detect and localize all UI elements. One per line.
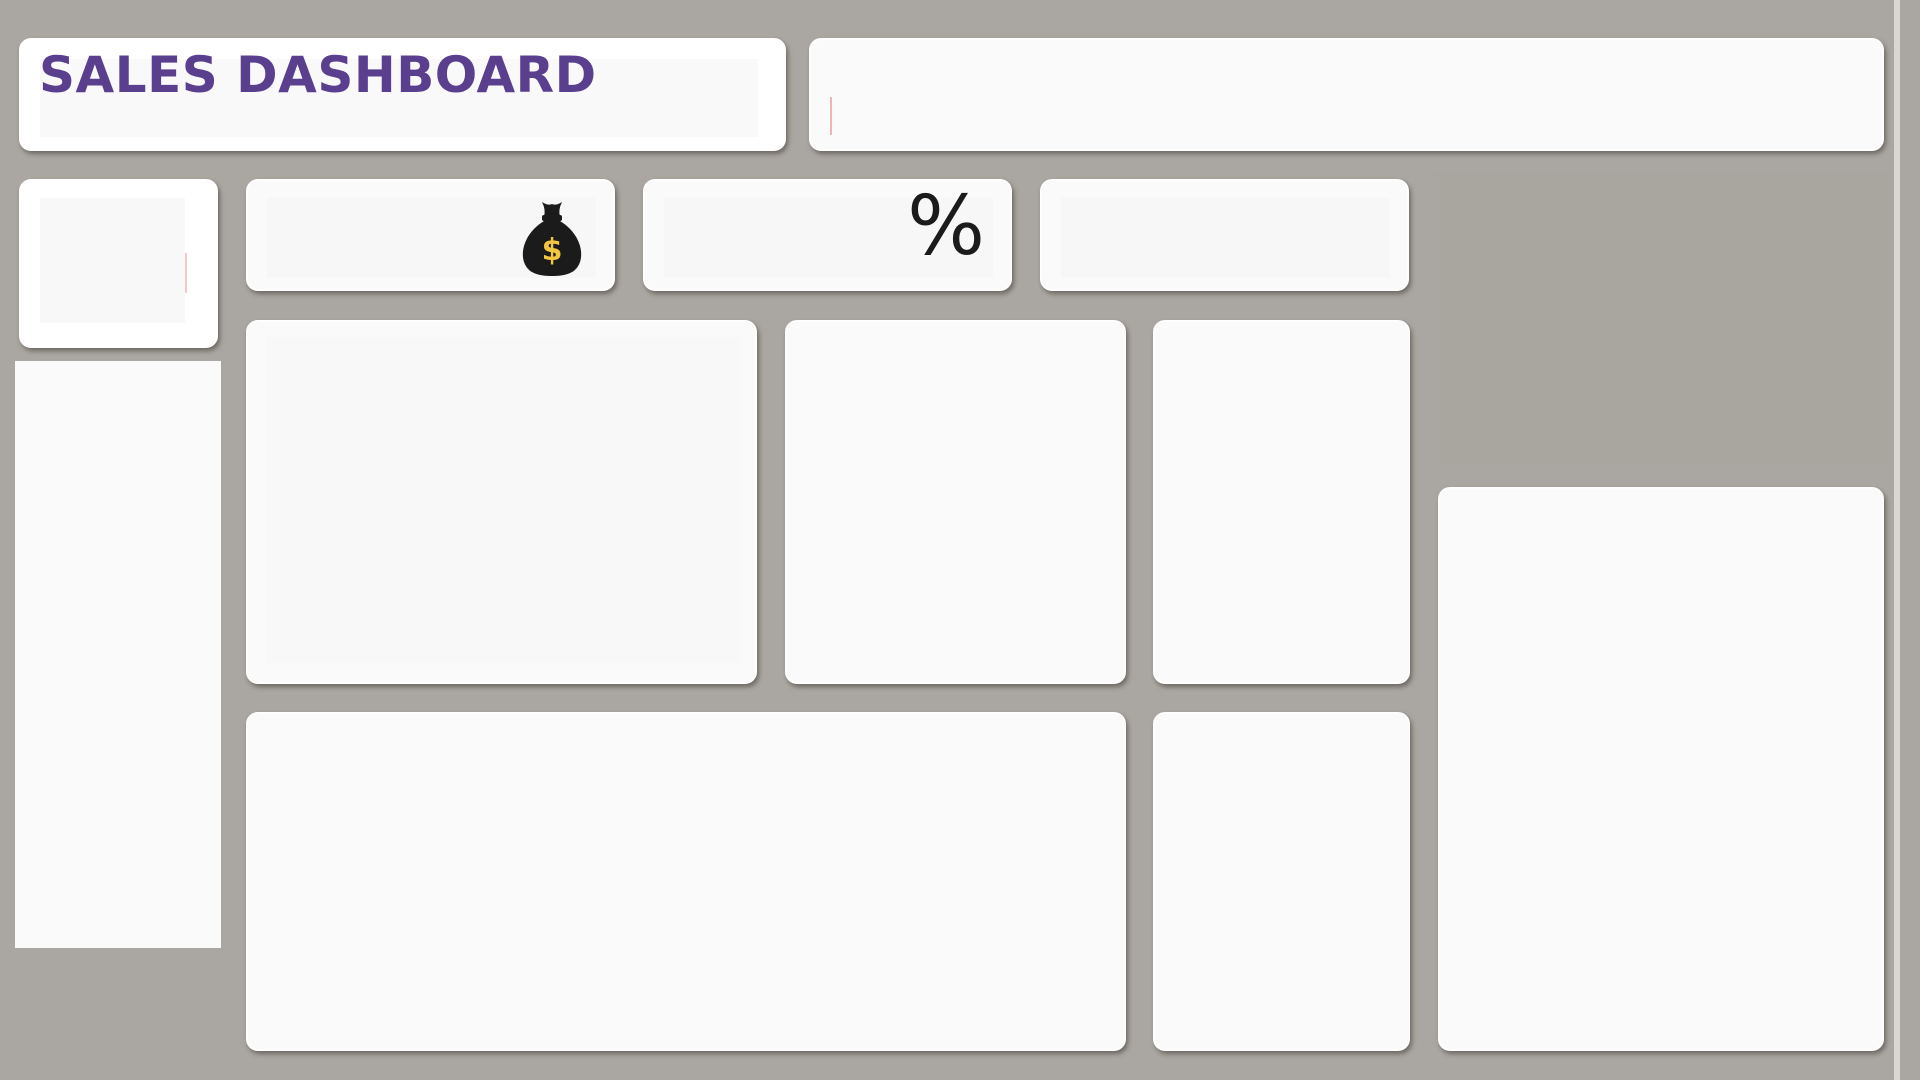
- percent-icon: %: [907, 179, 985, 274]
- svg-text:$: $: [542, 233, 563, 268]
- side-filter-panel[interactable]: [15, 361, 221, 948]
- chart-card-1[interactable]: [246, 320, 757, 684]
- header-filter-bar[interactable]: [809, 38, 1884, 151]
- chart-card-2[interactable]: [785, 320, 1126, 684]
- chart-card-5[interactable]: [1153, 712, 1410, 1051]
- header-accent-line: [830, 97, 832, 135]
- chart-inner-panel: [267, 337, 740, 663]
- chart-card-4[interactable]: [246, 712, 1126, 1051]
- kpi-card-margin: %: [643, 179, 1012, 291]
- chart-card-3[interactable]: [1153, 320, 1410, 684]
- page-title: SALES DASHBOARD: [39, 46, 597, 104]
- money-bag-icon: $: [522, 202, 582, 276]
- slicer-card[interactable]: [19, 179, 218, 348]
- chart-card-6[interactable]: [1438, 487, 1884, 1051]
- empty-placeholder-area: [1433, 172, 1888, 464]
- kpi-inner-panel: [1061, 198, 1390, 278]
- slicer-inner-panel: [40, 198, 187, 323]
- kpi-card-sales: $: [246, 179, 615, 291]
- kpi-card-third: [1040, 179, 1409, 291]
